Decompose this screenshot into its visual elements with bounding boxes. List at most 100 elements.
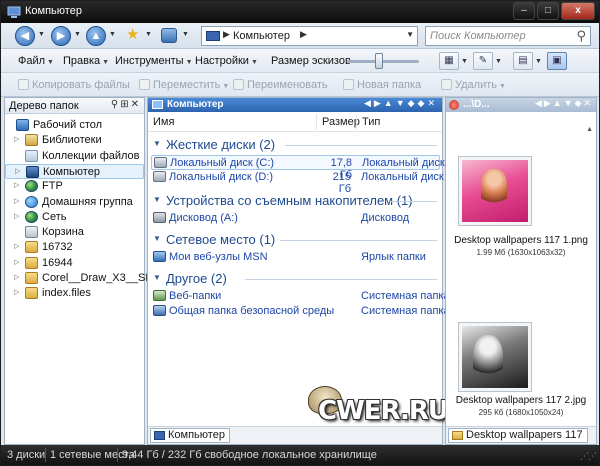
tree-item-label: index.files xyxy=(42,287,91,300)
view-grid-button[interactable]: ▦ xyxy=(439,52,459,70)
tools-dropdown[interactable]: ▼ xyxy=(182,31,189,38)
move-button[interactable]: Переместить ▼ xyxy=(139,79,229,91)
tree-item[interactable]: Коллекции файлов xyxy=(5,149,144,164)
tree-item[interactable]: ▷ Библиотеки xyxy=(5,133,144,148)
file-row[interactable]: Общая папка безопасной среды Системная па… xyxy=(151,304,450,319)
menu-file[interactable]: Файл ▼ xyxy=(18,55,54,67)
resize-grip-icon[interactable]: ⋰⋰ xyxy=(580,451,597,462)
back-button[interactable]: ◀ xyxy=(15,26,35,46)
tree-item[interactable]: ▷ 16944 xyxy=(5,256,144,271)
file-row[interactable]: Дисковод (A:) Дисковод xyxy=(151,211,440,226)
expand-triangle-icon[interactable]: ▷ xyxy=(14,288,19,296)
thumb-size-slider-handle[interactable] xyxy=(375,53,384,69)
back-history-dropdown[interactable]: ▼ xyxy=(38,31,45,38)
expand-triangle-icon[interactable]: ▷ xyxy=(14,181,19,189)
column-type[interactable]: Тип xyxy=(362,116,380,128)
layout-button[interactable]: ▤ xyxy=(513,52,533,70)
tools-icon[interactable] xyxy=(161,28,177,43)
edit-button[interactable]: ✎ xyxy=(473,52,493,70)
layout-dropdown[interactable]: ▼ xyxy=(535,58,542,65)
tree-item[interactable]: ▷ index.files xyxy=(5,286,144,301)
folder-tree-header-icons[interactable]: ⚲⊞✕ xyxy=(111,99,141,110)
collapse-chevron-icon[interactable]: ▼ xyxy=(153,139,161,148)
file-name-2[interactable]: Desktop wallpapers 117 2.jpg xyxy=(446,395,596,406)
breadcrumb-chevron-icon[interactable]: ▶ xyxy=(223,29,230,40)
scroll-up-icon[interactable]: ▲ xyxy=(586,126,593,133)
tree-item[interactable]: Корзина xyxy=(5,225,144,240)
folder-tree-title: Дерево папок xyxy=(9,100,79,112)
tree-item[interactable]: ▷ 16732 xyxy=(5,240,144,255)
collapse-chevron-icon[interactable]: ▼ xyxy=(153,234,161,243)
group-header[interactable]: ▼ Другое (2) xyxy=(153,270,437,288)
menu-edit[interactable]: Правка ▼ xyxy=(63,55,109,67)
address-bar[interactable]: ▶ Компьютер ▶ ▼ xyxy=(201,26,418,46)
rename-icon xyxy=(233,79,244,90)
file-row[interactable]: Локальный диск (D:) 215 Гб Локальный диск xyxy=(151,170,444,195)
favorites-dropdown[interactable]: ▼ xyxy=(145,31,152,38)
favorites-star-icon[interactable]: ★ xyxy=(126,27,139,43)
view-grid-dropdown[interactable]: ▼ xyxy=(461,58,468,65)
tree-item[interactable]: ▷ Corel__Draw_X3__SP2 xyxy=(5,271,159,286)
column-name[interactable]: Имя xyxy=(153,116,174,128)
expand-triangle-icon[interactable]: ▷ xyxy=(14,242,19,250)
expand-triangle-icon[interactable]: ▷ xyxy=(15,167,20,175)
collapse-chevron-icon[interactable]: ▼ xyxy=(153,195,161,204)
tree-item-label: Сеть xyxy=(42,210,67,223)
tree-item-label: 16944 xyxy=(42,256,73,269)
maximize-button[interactable]: □ xyxy=(537,2,559,20)
copy-files-button[interactable]: Копировать файлы xyxy=(18,79,130,91)
address-text[interactable]: Компьютер xyxy=(233,30,290,42)
minimize-button[interactable]: – xyxy=(513,2,535,20)
up-dropdown[interactable]: ▼ xyxy=(109,31,116,38)
breadcrumb-chevron-icon[interactable]: ▶ xyxy=(300,29,307,40)
tab-computer[interactable]: Компьютер xyxy=(150,428,230,443)
computer-icon xyxy=(154,431,165,440)
file-name: Общая папка безопасной среды xyxy=(169,305,335,317)
group-header[interactable]: ▼ Сетевое место (1) xyxy=(153,231,437,249)
search-icon[interactable]: ⚲ xyxy=(576,28,586,44)
delete-button[interactable]: Удалить ▼ xyxy=(441,79,506,91)
address-dropdown-icon[interactable]: ▼ xyxy=(406,30,414,39)
column-divider[interactable] xyxy=(316,114,317,130)
copy-files-label: Копировать файлы xyxy=(32,79,130,91)
collapse-chevron-icon[interactable]: ▼ xyxy=(153,273,161,282)
folder-tree-pane: Дерево папок ⚲⊞✕ Рабочий стол ▷ Библиотеки… xyxy=(4,97,159,445)
pane-nav-icons[interactable]: ◀▶▲▼◆◆✕ xyxy=(364,98,438,109)
up-button[interactable]: ▲ xyxy=(86,26,106,46)
tree-item[interactable]: ▷ Сеть xyxy=(5,210,144,225)
edit-dropdown[interactable]: ▼ xyxy=(495,58,502,65)
column-divider[interactable] xyxy=(356,114,357,130)
file-row[interactable]: Локальный диск (C:) 17,8 Гб Локальный диск xyxy=(151,155,445,181)
file-name: Локальный диск (D:) xyxy=(169,171,274,183)
file-type: Системная папка xyxy=(361,290,450,302)
preview-pane-button[interactable]: ▣ xyxy=(547,52,567,70)
group-header[interactable]: ▼ Устройства со съемным накопителем (1) xyxy=(153,192,437,210)
tree-item[interactable]: ▷ FTP xyxy=(5,179,144,194)
tree-item[interactable]: ▷ Компьютер xyxy=(5,163,144,179)
close-button[interactable]: x xyxy=(561,2,595,20)
group-header[interactable]: ▼ Жесткие диски (2) xyxy=(153,136,437,154)
expand-triangle-icon[interactable]: ▷ xyxy=(14,258,19,266)
column-size[interactable]: Размер xyxy=(322,116,360,128)
search-input[interactable]: Поиск Компьютер ⚲ xyxy=(425,26,591,46)
tree-item[interactable]: Рабочий стол xyxy=(5,118,144,133)
thumbnail-2[interactable] xyxy=(458,322,532,392)
rename-button[interactable]: Переименовать xyxy=(233,79,328,91)
file-name-1[interactable]: Desktop wallpapers 117 1.png xyxy=(446,235,596,246)
forward-history-dropdown[interactable]: ▼ xyxy=(74,31,81,38)
tree-item[interactable]: ▷ Домашняя группа xyxy=(5,195,144,210)
thumbnail-1[interactable] xyxy=(458,156,532,226)
expand-triangle-icon[interactable]: ▷ xyxy=(14,212,19,220)
expand-triangle-icon[interactable]: ▷ xyxy=(14,273,19,281)
file-row[interactable]: Веб-папки Системная папка xyxy=(151,289,450,304)
new-folder-label: Новая папка xyxy=(357,79,422,91)
forward-button[interactable]: ▶ xyxy=(51,26,71,46)
pane-nav-icons[interactable]: ◀▶▲▼◆✕ xyxy=(535,98,593,109)
new-folder-button[interactable]: Новая папка xyxy=(343,79,421,91)
menu-settings[interactable]: Настройки ▼ xyxy=(195,55,258,67)
menu-tools[interactable]: Инструменты ▼ xyxy=(115,55,193,67)
tab-desktop-wallpapers[interactable]: Desktop wallpapers 117 xyxy=(448,428,588,443)
expand-triangle-icon[interactable]: ▷ xyxy=(14,197,19,205)
expand-triangle-icon[interactable]: ▷ xyxy=(14,135,19,143)
file-row[interactable]: Мои веб-узлы MSN Ярлык папки xyxy=(151,250,440,265)
